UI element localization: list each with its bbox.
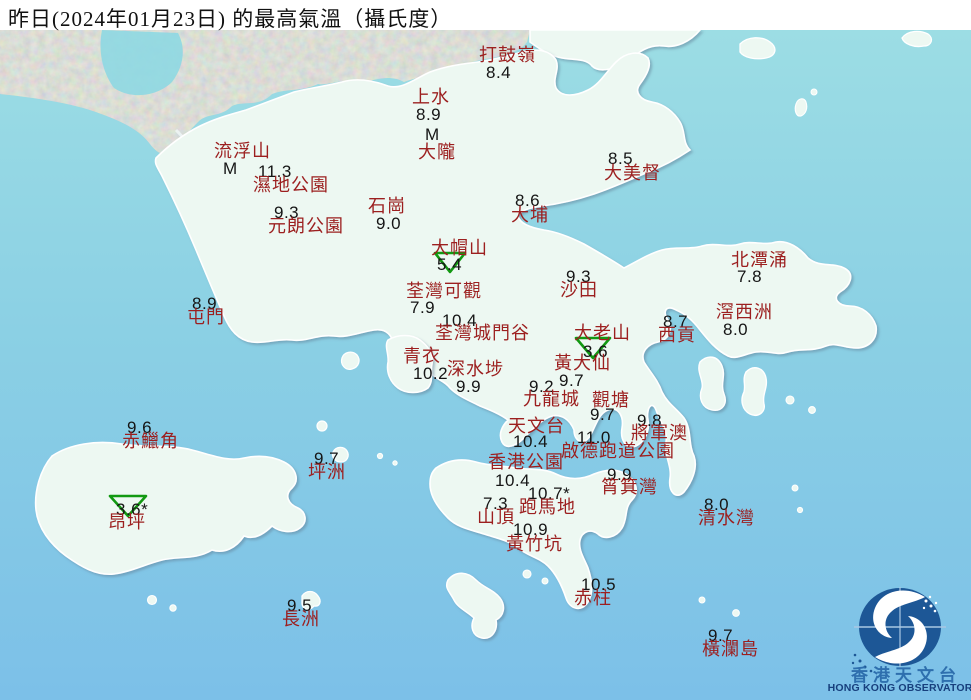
- harbour-islet: [392, 460, 398, 466]
- mirs-bay-islet: [794, 98, 808, 117]
- small-island: [791, 484, 799, 492]
- small-island: [808, 406, 816, 414]
- hko-max-temperature-map: 昨日(2024年01月23日) 的最高氣溫（攝氏度） 8.4 打鼓嶺 8.9 上…: [0, 0, 971, 700]
- hong-kong-map: [0, 29, 971, 700]
- title-bar: 昨日(2024年01月23日) 的最高氣溫（攝氏度）: [0, 0, 971, 31]
- small-island: [541, 577, 549, 585]
- small-island: [796, 506, 804, 514]
- peng-chau-island: [331, 446, 349, 463]
- small-island: [522, 569, 532, 579]
- page-title: 昨日(2024年01月23日) 的最高氣溫（攝氏度）: [8, 7, 453, 31]
- hko-logo-english: HONG KONG OBSERVATORY: [827, 682, 971, 694]
- small-island: [785, 395, 795, 405]
- po-toi-island: [698, 596, 706, 604]
- small-island: [810, 88, 818, 96]
- tsing-yi-island: [385, 334, 434, 394]
- ma-wan-island: [340, 351, 360, 370]
- small-island: [316, 420, 328, 432]
- hko-logo: 香港天文台 HONG KONG OBSERVATORY: [828, 583, 971, 700]
- soko-island: [146, 594, 158, 606]
- port-shelter-island: [741, 367, 768, 416]
- soko-island: [169, 604, 177, 612]
- kau-sai-chau-island: [698, 356, 726, 411]
- harbour-islet: [376, 452, 384, 460]
- waglan-islet: [732, 609, 740, 617]
